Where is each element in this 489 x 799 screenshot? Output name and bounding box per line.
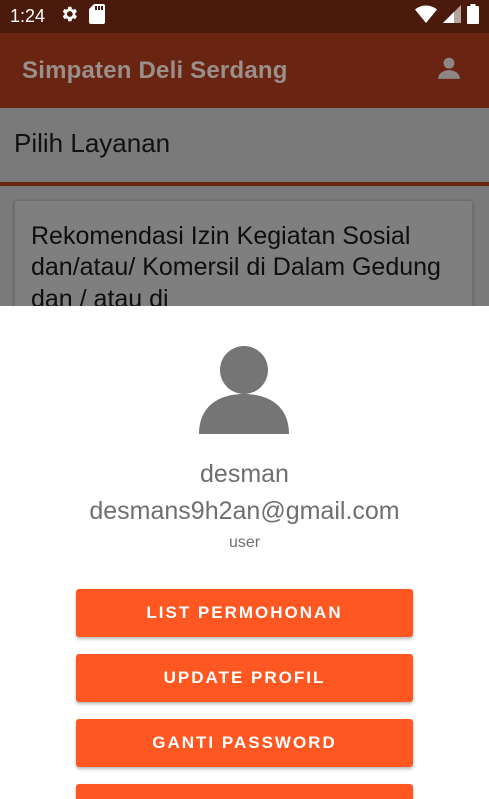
user-role: user (228, 534, 261, 551)
status-icons-right (415, 4, 479, 29)
user-email: desmans9h2an@gmail.com (89, 497, 400, 525)
battery-icon (467, 4, 479, 29)
wifi-icon (415, 5, 437, 28)
person-icon (196, 342, 292, 438)
profile-sheet: desman desmans9h2an@gmail.com user LIST … (0, 306, 489, 799)
status-time: 1:24 (10, 6, 46, 26)
fourth-action-button[interactable] (76, 784, 413, 799)
status-icons-left (59, 4, 106, 29)
ganti-password-button[interactable]: GANTI PASSWORD (76, 719, 413, 767)
app-bar: Simpaten Deli Serdang (0, 33, 489, 108)
status-bar: 1:24 (0, 0, 489, 33)
account-button[interactable] (431, 53, 467, 89)
sd-card-icon (89, 4, 106, 29)
service-card-text: Rekomendasi Izin Kegiatan Sosial dan/ata… (31, 222, 441, 313)
gear-icon (59, 4, 79, 29)
account-icon (436, 55, 462, 86)
update-profil-button[interactable]: UPDATE PROFIL (76, 654, 413, 702)
signal-icon (443, 5, 461, 28)
app-title: Simpaten Deli Serdang (22, 56, 288, 84)
user-name: desman (200, 460, 289, 488)
section-title: Pilih Layanan (0, 108, 489, 186)
list-permohonan-button[interactable]: LIST PERMOHONAN (76, 589, 413, 637)
